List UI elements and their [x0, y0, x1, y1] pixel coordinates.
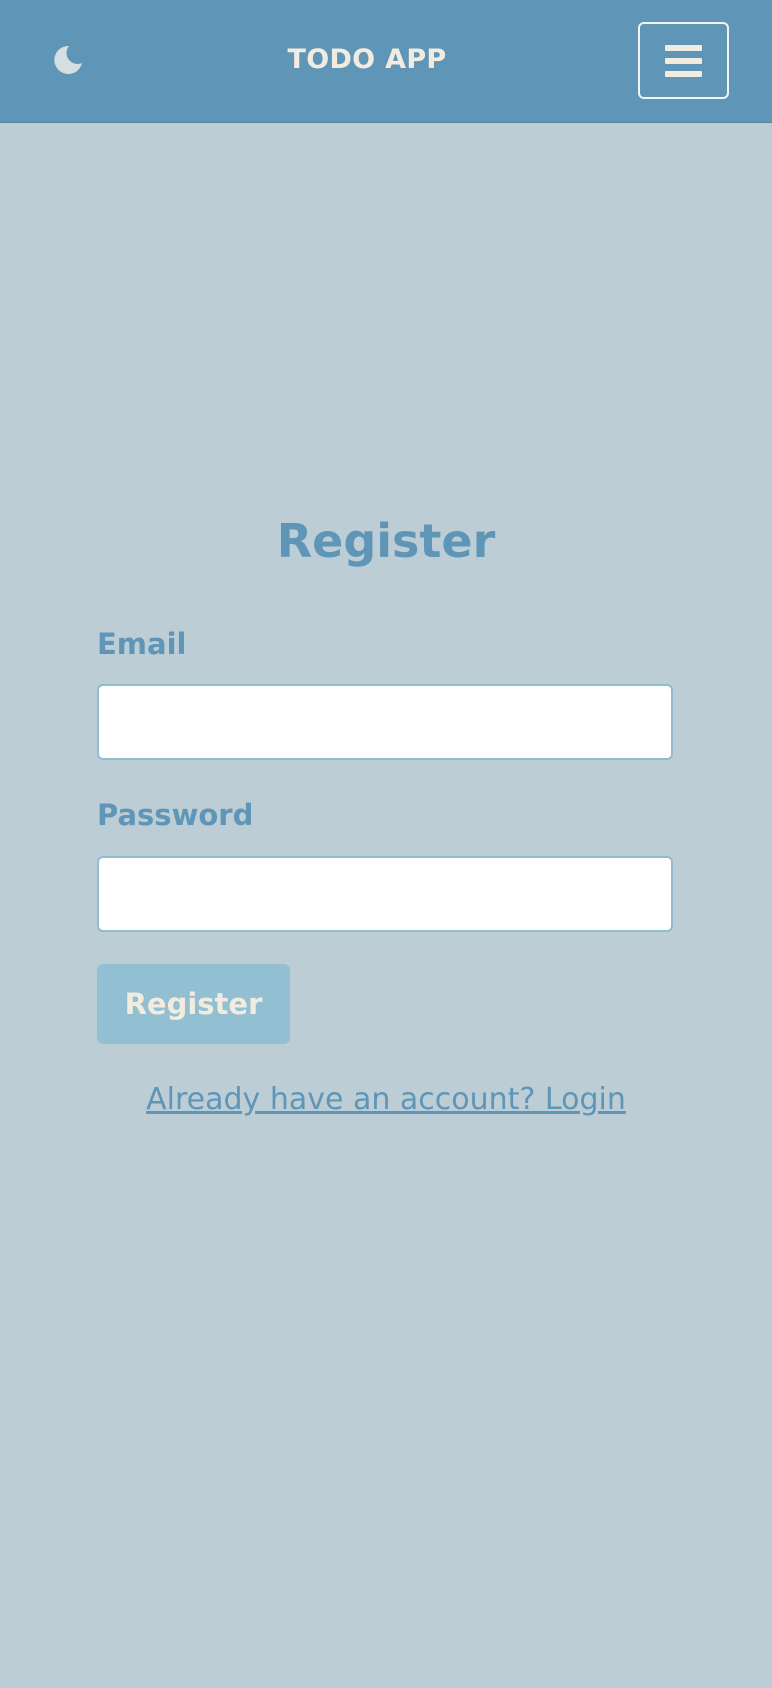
password-field[interactable] [97, 856, 673, 932]
app-brand[interactable]: TODO APP [0, 40, 734, 80]
password-label: Password [97, 798, 254, 832]
email-label: Email [97, 627, 187, 661]
register-button[interactable]: Register [97, 964, 290, 1044]
page-title: Register [276, 514, 496, 568]
email-field[interactable] [97, 684, 673, 760]
navbar: TODO APP [0, 0, 772, 123]
hamburger-icon-bar [665, 70, 702, 77]
login-link[interactable]: Already have an account? Login [0, 1078, 772, 1122]
hamburger-icon-bar [665, 57, 702, 64]
menu-toggle-button[interactable] [638, 22, 729, 99]
hamburger-icon-bar [665, 44, 702, 51]
